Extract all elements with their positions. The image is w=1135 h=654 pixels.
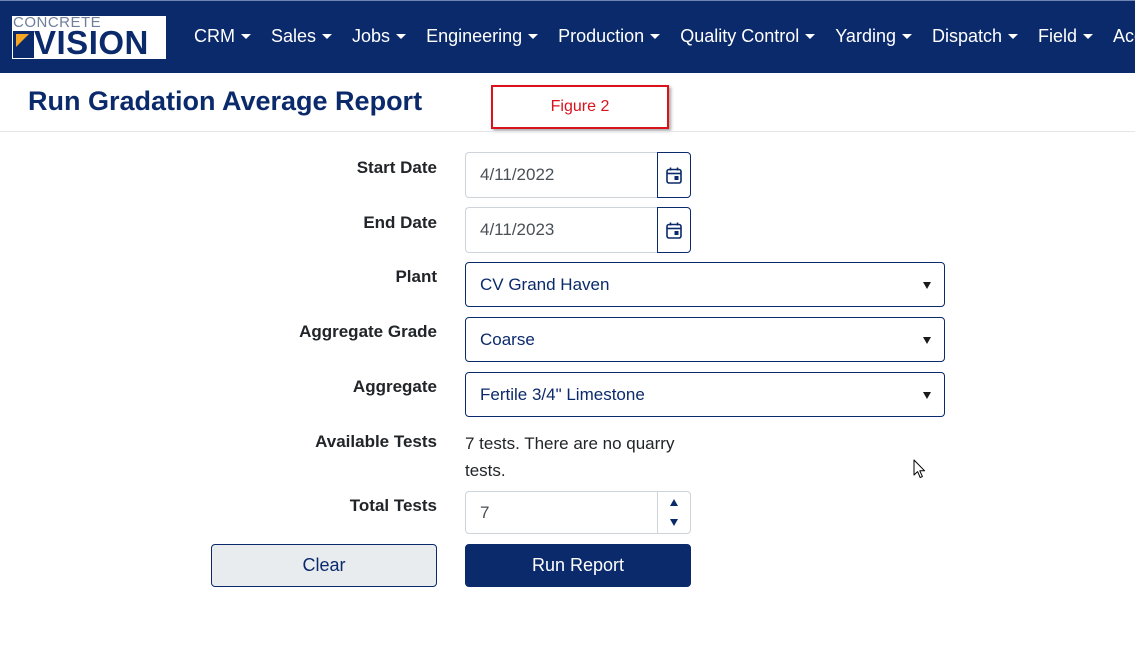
end-date-input[interactable]: 4/11/2023 [465, 207, 657, 253]
caret-down-icon [396, 34, 407, 39]
figure-annotation-label: Figure 2 [491, 85, 669, 129]
logo-arrow-icon [13, 31, 34, 58]
total-tests-input[interactable]: 7 [466, 492, 657, 533]
page-title: Run Gradation Average Report [28, 86, 423, 116]
end-date-group: 4/11/2023 [465, 207, 691, 253]
nav-menu: CRM Sales Jobs Engineering Production Qu… [194, 26, 1135, 47]
nav-item-label: CRM [194, 26, 235, 46]
arrow-down-icon [670, 519, 678, 527]
total-tests-spinner [657, 492, 690, 533]
clear-button[interactable]: Clear [211, 544, 437, 587]
arrow-up-icon [670, 498, 678, 506]
caret-down-icon [528, 34, 539, 39]
nav-item-label: Production [558, 26, 645, 46]
total-tests-label: Total Tests [349, 496, 437, 515]
top-navbar: CONCRETE VISION CRM Sales Jobs Engineeri… [0, 0, 1135, 73]
nav-item-label: Sales [271, 26, 317, 46]
nav-item-label: Engineering [426, 26, 523, 46]
start-date-calendar-button[interactable] [657, 152, 691, 198]
aggregate-label: Aggregate [352, 377, 437, 396]
nav-item-quality-control[interactable]: Quality Control [680, 26, 816, 47]
caret-down-icon [923, 282, 931, 289]
nav-item-jobs[interactable]: Jobs [352, 26, 407, 47]
plant-label: Plant [395, 267, 437, 286]
nav-item-label: Jobs [352, 26, 391, 46]
nav-item-label: Accou [1113, 26, 1135, 46]
start-date-label: Start Date [356, 158, 437, 177]
nav-item-label: Yarding [835, 26, 896, 46]
decrement-button[interactable] [658, 513, 690, 534]
caret-down-icon [1008, 34, 1019, 39]
nav-item-sales[interactable]: Sales [271, 26, 333, 47]
end-date-label: End Date [363, 213, 437, 232]
nav-item-label: Dispatch [931, 26, 1003, 46]
nav-item-engineering[interactable]: Engineering [426, 26, 539, 47]
run-report-button[interactable]: Run Report [465, 544, 691, 587]
caret-down-icon [805, 34, 816, 39]
caret-down-icon [901, 34, 912, 39]
available-tests-value: 7 tests. There are no quarry tests. [465, 434, 675, 480]
aggregate-select[interactable]: Fertile 3/4" Limestone [465, 372, 945, 417]
nav-item-field[interactable]: Field [1038, 26, 1094, 47]
logo-bottom-text: VISION [34, 24, 149, 60]
start-date-input[interactable]: 4/11/2022 [465, 152, 657, 198]
concrete-vision-logo[interactable]: CONCRETE VISION [12, 16, 166, 59]
increment-button[interactable] [658, 492, 690, 513]
plant-select[interactable]: CV Grand Haven [465, 262, 945, 307]
nav-item-crm[interactable]: CRM [194, 26, 251, 47]
plant-selected-value: CV Grand Haven [480, 274, 610, 294]
aggregate-grade-select[interactable]: Coarse [465, 317, 945, 362]
calendar-icon [666, 222, 682, 239]
mouse-pointer-icon [913, 459, 926, 479]
aggregate-selected-value: Fertile 3/4" Limestone [480, 384, 645, 404]
nav-item-accounting[interactable]: Accou [1113, 26, 1135, 47]
calendar-icon [666, 167, 682, 184]
caret-down-icon [241, 34, 251, 39]
caret-down-icon [1083, 34, 1094, 39]
aggregate-grade-label: Aggregate Grade [299, 322, 437, 341]
caret-down-icon [923, 337, 931, 344]
caret-down-icon [923, 392, 931, 399]
nav-item-production[interactable]: Production [558, 26, 661, 47]
aggregate-grade-selected-value: Coarse [480, 329, 535, 349]
start-date-group: 4/11/2022 [465, 152, 691, 198]
nav-item-yarding[interactable]: Yarding [835, 26, 912, 47]
caret-down-icon [322, 34, 333, 39]
nav-item-dispatch[interactable]: Dispatch [931, 26, 1019, 47]
available-tests-label: Available Tests [315, 432, 437, 451]
nav-item-label: Field [1038, 26, 1078, 46]
nav-item-label: Quality Control [680, 26, 800, 46]
end-date-calendar-button[interactable] [657, 207, 691, 253]
total-tests-input-group: 7 [465, 491, 691, 534]
header-divider [0, 131, 1135, 132]
caret-down-icon [650, 34, 661, 39]
